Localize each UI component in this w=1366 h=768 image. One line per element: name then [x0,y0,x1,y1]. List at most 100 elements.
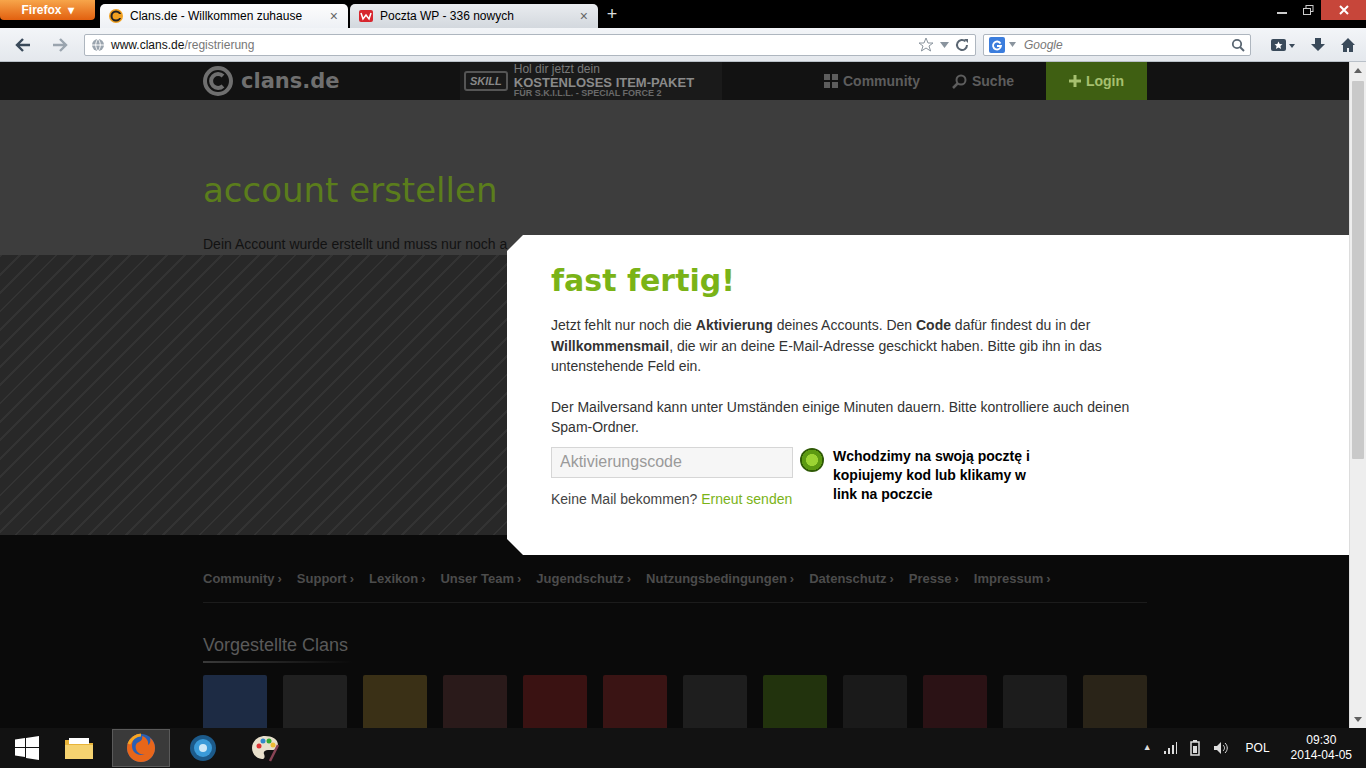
clan-logo[interactable] [763,675,827,728]
home-icon[interactable] [1340,37,1356,53]
media-icon[interactable] [188,733,218,763]
dropdown-icon[interactable] [940,42,949,48]
new-tab-button[interactable]: + [600,4,624,26]
firefox-menu-button[interactable]: Firefox ▾ [0,0,95,20]
ad-brand[interactable]: SKILL [464,71,508,91]
dialog-title: fast fertig! [551,261,1305,301]
footer-link[interactable]: Unser Team› [440,569,521,589]
footer-link-label[interactable]: Presse [909,569,952,589]
footer-link-label[interactable]: Datenschutz [809,569,886,589]
reload-icon[interactable] [955,38,969,52]
ad-banner[interactable]: SKILL Hol dir jetzt dein KOSTENLOSES ITE… [460,62,722,100]
ad-line[interactable]: Hol dir jetzt dein [514,63,694,76]
clan-logo[interactable] [363,675,427,728]
star-icon[interactable] [918,37,934,53]
tab-close-button[interactable]: × [578,9,590,23]
speaker-icon[interactable] [1213,741,1229,755]
site-nav: Community Suche [824,62,1046,100]
explorer-icon[interactable] [64,735,94,761]
taskbar-app[interactable] [50,729,108,767]
activation-code-input[interactable] [551,447,793,478]
clan-logo[interactable] [1083,675,1147,728]
clan-logo[interactable] [923,675,987,728]
clan-logo[interactable] [843,675,907,728]
search-engine-icon[interactable] [989,37,1005,53]
browser-tab[interactable]: Poczta WP - 336 nowych × [350,4,598,28]
page-heading-section: account erstellen Dein Account wurde ers… [0,100,1349,255]
site-logo[interactable]: clans.de [203,66,347,96]
clan-logo[interactable] [683,675,747,728]
ad-line[interactable]: FÜR S.K.I.L.L. - SPECIAL FORCE 2 [514,89,694,98]
taskbar-app[interactable] [236,729,294,767]
footer-link-label[interactable]: Community [203,569,275,589]
forward-icon[interactable] [45,32,75,58]
resend-link[interactable]: Erneut senden [701,491,792,507]
magnifier-icon[interactable] [1231,38,1245,52]
footer-link-label[interactable]: Lexikon [369,569,418,589]
battery-icon[interactable] [1188,740,1202,756]
login-button[interactable]: Login [1046,62,1147,100]
taskbar-app[interactable] [174,729,232,767]
clan-logo[interactable] [283,675,347,728]
site-nav-item[interactable]: Suche [952,71,1014,92]
clock[interactable]: 09:30 2014-04-05 [1291,733,1352,763]
footer-link[interactable]: Lexikon› [369,569,425,589]
clan-logo[interactable] [443,675,507,728]
signal-icon[interactable] [1163,741,1177,755]
engine-dropdown-icon[interactable] [1009,42,1016,47]
scroll-thumb[interactable] [1352,81,1364,459]
footer-link-label[interactable]: Unser Team [440,569,513,589]
community-icon [824,74,838,88]
clan-logo[interactable] [203,675,267,728]
taskbar-app[interactable] [112,729,170,767]
site-nav-label[interactable]: Community [843,71,920,92]
search-input[interactable] [1020,36,1227,54]
login-label[interactable]: Login [1086,71,1124,92]
footer-link-label[interactable]: Nutzungsbedingungen [646,569,787,589]
clock-date[interactable]: 2014-04-05 [1291,748,1352,763]
tray-expand[interactable]: ▲ [1143,741,1152,755]
firefox-icon[interactable] [125,732,157,764]
browser-tab[interactable]: Clans.de - Willkommen zuhause × [100,4,348,28]
clan-logo[interactable] [1003,675,1067,728]
firefox-menu-arrow[interactable]: ▾ [68,4,74,16]
firefox-menu-label[interactable]: Firefox [21,4,61,16]
site-nav-label[interactable]: Suche [972,71,1014,92]
footer-link[interactable]: Datenschutz› [809,569,894,589]
address-bar[interactable]: www.clans.de/registrierung [84,34,976,56]
footer-link[interactable]: Impressum› [974,569,1051,589]
clan-logo[interactable] [603,675,667,728]
paint-icon[interactable] [250,733,280,763]
address-host[interactable]: www.clans.de [111,36,184,54]
bookmarks-icon[interactable] [1270,37,1296,53]
footer-link[interactable]: Jugendschutz› [536,569,631,589]
footer-link[interactable]: Support› [297,569,354,589]
scroll-down-icon[interactable] [1350,711,1366,728]
logo-text[interactable]: clans.de [241,71,340,92]
clan-logo[interactable] [523,675,587,728]
footer-link[interactable]: Presse› [909,569,959,589]
footer-link-label[interactable]: Impressum [974,569,1043,589]
site-nav-item[interactable]: Community [824,71,920,92]
footer-link[interactable]: Community› [203,569,282,589]
close-icon[interactable] [1321,0,1366,20]
back-icon[interactable] [8,32,38,58]
windows-icon[interactable] [4,728,50,768]
tab-label[interactable]: Poczta WP - 336 nowych [380,8,572,24]
clock-time[interactable]: 09:30 [1306,733,1336,748]
taskbar-apps [50,729,298,767]
ad-line[interactable]: KOSTENLOSES ITEM-PAKET [514,76,694,90]
tab-label[interactable]: Clans.de - Willkommen zuhause [130,8,322,24]
search-bar[interactable] [983,34,1251,56]
tab-close-button[interactable]: × [328,9,340,23]
download-icon[interactable] [1310,37,1326,53]
restore-icon[interactable] [1295,0,1321,20]
footer-link[interactable]: Nutzungsbedingungen› [646,569,794,589]
scrollbar[interactable] [1349,62,1366,728]
address-path[interactable]: /registrierung [184,36,254,54]
footer-link-label[interactable]: Jugendschutz [536,569,623,589]
footer-link-label[interactable]: Support [297,569,347,589]
minimize-icon[interactable] [1269,0,1295,20]
language-indicator[interactable]: POL [1246,739,1270,757]
scroll-up-icon[interactable] [1350,62,1366,79]
